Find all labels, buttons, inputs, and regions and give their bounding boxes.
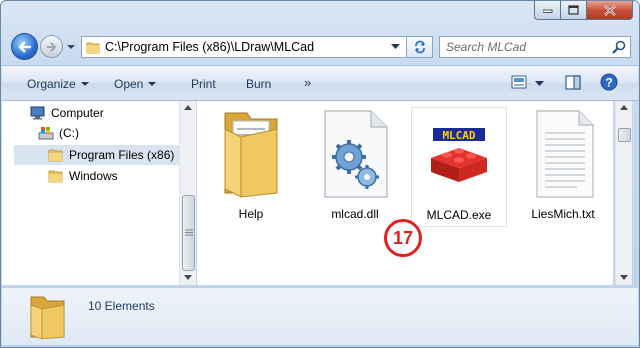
minimize-icon: [542, 9, 552, 13]
caret-down-icon: [80, 82, 89, 86]
organize-button[interactable]: Organize: [27, 77, 89, 91]
address-path: C:\Program Files (x86)\LDraw\MLCad: [105, 40, 315, 54]
nav-item-label: Windows: [69, 169, 118, 183]
file-label: mlcad.dll: [331, 207, 379, 221]
file-item-liesmich-txt[interactable]: LiesMich.txt: [515, 107, 611, 227]
caret-down-icon: [148, 82, 157, 86]
mlcad-brick-icon: MLCAD: [431, 128, 487, 182]
file-item-help[interactable]: Help: [203, 107, 299, 227]
scroll-down-icon[interactable]: [620, 275, 628, 280]
scroll-up-icon[interactable]: [184, 105, 192, 110]
chevron-down-icon: [67, 45, 75, 49]
nav-item-label: (C:): [59, 126, 79, 140]
nav-item-label: Program Files (x86): [69, 148, 175, 162]
refresh-icon: [414, 40, 425, 54]
item-count: 10 Elements: [88, 299, 155, 313]
explorer-window: C:\Program Files (x86)\LDraw\MLCad Searc…: [0, 0, 640, 348]
address-bar[interactable]: C:\Program Files (x86)\LDraw\MLCad: [81, 36, 407, 58]
maximize-button[interactable]: [561, 1, 587, 20]
drive-icon: [38, 127, 54, 140]
nav-item-label: Computer: [51, 106, 104, 120]
nav-item-windows[interactable]: Windows: [48, 166, 178, 186]
open-label: Open: [114, 77, 144, 91]
computer-icon: [30, 106, 45, 120]
svg-text:MLCAD: MLCAD: [442, 129, 475, 142]
address-dropdown-icon[interactable]: [391, 44, 400, 50]
file-list: Help mlcad.dll MLCAD MLCAD.exe LiesMich.…: [197, 101, 613, 285]
folder-icon: [86, 42, 100, 54]
maximize-icon: [568, 5, 579, 15]
forward-button[interactable]: [40, 35, 63, 58]
more-commands-button[interactable]: »: [304, 75, 311, 90]
svg-text:?: ?: [605, 76, 612, 90]
view-options-dropdown-icon[interactable]: [535, 81, 544, 87]
arrow-left-icon: [17, 40, 31, 53]
close-icon: [603, 4, 616, 16]
scroll-thumb[interactable]: [182, 195, 195, 271]
close-button[interactable]: [587, 1, 633, 20]
recent-pages-button[interactable]: [66, 40, 76, 50]
navigation-row: C:\Program Files (x86)\LDraw\MLCad Searc…: [9, 31, 633, 61]
search-icon[interactable]: [612, 40, 626, 54]
file-item-mlcad-dll[interactable]: mlcad.dll: [307, 107, 403, 227]
scroll-up-icon[interactable]: [620, 105, 628, 110]
preview-pane-icon[interactable]: [565, 75, 581, 90]
burn-button[interactable]: Burn: [246, 77, 271, 91]
dll-gears-icon: [324, 110, 388, 198]
nav-item-computer[interactable]: Computer: [30, 103, 180, 123]
text-file-icon: [536, 110, 594, 198]
scroll-down-icon[interactable]: [184, 275, 192, 280]
scroll-thumb[interactable]: [618, 128, 631, 142]
details-pane: 10 Elements: [2, 287, 638, 345]
nav-item-drive-c[interactable]: (C:): [38, 123, 178, 143]
folder-icon: [48, 170, 63, 183]
help-icon[interactable]: ?: [600, 73, 618, 91]
organize-label: Organize: [27, 77, 76, 91]
folder-icon: [48, 149, 63, 162]
print-button[interactable]: Print: [191, 77, 216, 91]
refresh-button[interactable]: [407, 36, 433, 58]
minimize-button[interactable]: [534, 1, 561, 20]
navigation-pane: Computer (C:) Program Files (x86) Window…: [2, 101, 195, 285]
command-bar: Organize Open Print Burn » ?: [2, 65, 638, 101]
file-label: Help: [238, 207, 264, 221]
search-placeholder: Search MLCad: [446, 40, 527, 54]
file-label: LiesMich.txt: [531, 207, 595, 221]
file-label: MLCAD.exe: [426, 208, 492, 222]
folder-open-icon: [224, 112, 278, 198]
file-list-scrollbar[interactable]: [615, 101, 632, 285]
step-number-badge: 17: [384, 219, 422, 257]
back-button[interactable]: [11, 33, 38, 60]
file-item-mlcad-exe[interactable]: MLCAD MLCAD.exe: [411, 107, 507, 227]
caption-buttons: [534, 1, 633, 20]
folder-icon: [30, 296, 65, 339]
arrow-right-icon: [46, 41, 56, 52]
navigation-scrollbar[interactable]: [179, 101, 196, 285]
grip-icon: [185, 229, 193, 236]
change-view-icon[interactable]: [511, 75, 527, 89]
open-button[interactable]: Open: [114, 77, 157, 91]
search-input[interactable]: Search MLCad: [439, 36, 631, 58]
nav-item-program-files[interactable]: Program Files (x86): [14, 145, 180, 165]
